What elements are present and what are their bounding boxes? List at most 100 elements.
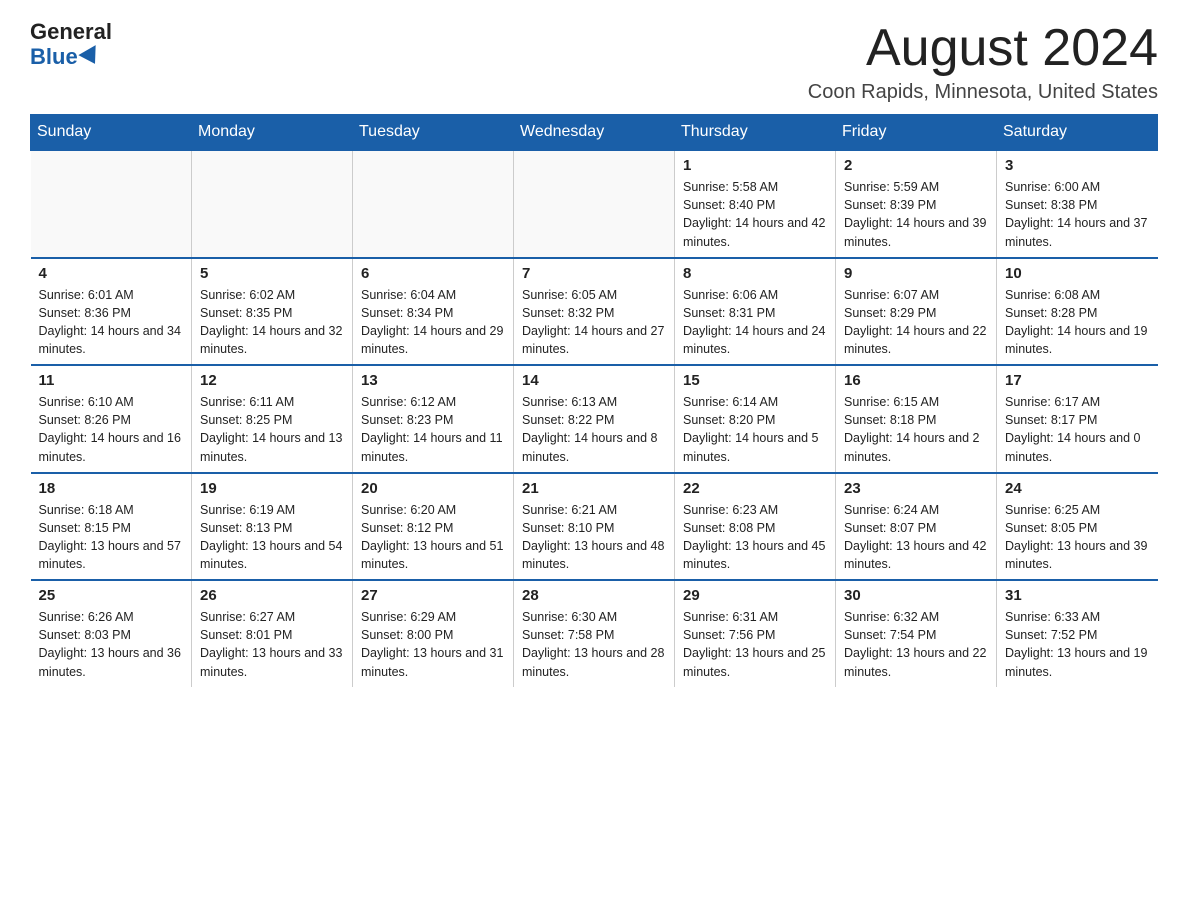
calendar-cell: 18 Sunrise: 6:18 AM Sunset: 8:15 PM Dayli… (31, 473, 192, 581)
day-number: 14 (522, 372, 666, 389)
calendar-cell: 30Sunrise: 6:32 AM Sunset: 7:54 PM Dayli… (836, 580, 997, 687)
calendar-cell: 9 Sunrise: 6:07 AM Sunset: 8:29 PM Daylig… (836, 258, 997, 366)
day-info: Sunrise: 6:30 AM Sunset: 7:58 PM Dayligh… (522, 608, 666, 681)
day-info: Sunrise: 6:06 AM Sunset: 8:31 PM Dayligh… (683, 286, 827, 359)
day-info: Sunrise: 6:26 AM Sunset: 8:03 PM Dayligh… (39, 608, 184, 681)
day-info: Sunrise: 6:23 AM Sunset: 8:08 PM Dayligh… (683, 501, 827, 574)
day-number: 15 (683, 372, 827, 389)
day-info: Sunrise: 6:02 AM Sunset: 8:35 PM Dayligh… (200, 286, 344, 359)
weekday-header-monday: Monday (192, 115, 353, 151)
logo: General Blue (30, 20, 112, 70)
calendar-cell (514, 150, 675, 258)
location-title: Coon Rapids, Minnesota, United States (808, 81, 1158, 104)
day-info: Sunrise: 6:20 AM Sunset: 8:12 PM Dayligh… (361, 501, 505, 574)
calendar-week-row: 25 Sunrise: 6:26 AM Sunset: 8:03 PM Dayli… (31, 580, 1158, 687)
calendar-cell: 20 Sunrise: 6:20 AM Sunset: 8:12 PM Dayli… (353, 473, 514, 581)
calendar-week-row: 4 Sunrise: 6:01 AM Sunset: 8:36 PM Daylig… (31, 258, 1158, 366)
day-info: Sunrise: 6:24 AM Sunset: 8:07 PM Dayligh… (844, 501, 988, 574)
calendar-cell: 22 Sunrise: 6:23 AM Sunset: 8:08 PM Dayli… (675, 473, 836, 581)
day-info: Sunrise: 5:59 AM Sunset: 8:39 PM Dayligh… (844, 178, 988, 251)
calendar-cell: 19 Sunrise: 6:19 AM Sunset: 8:13 PM Dayli… (192, 473, 353, 581)
weekday-header-sunday: Sunday (31, 115, 192, 151)
calendar-cell: 10Sunrise: 6:08 AM Sunset: 8:28 PM Dayli… (997, 258, 1158, 366)
calendar-cell: 17Sunrise: 6:17 AM Sunset: 8:17 PM Dayli… (997, 365, 1158, 473)
day-number: 29 (683, 587, 827, 604)
day-info: Sunrise: 6:04 AM Sunset: 8:34 PM Dayligh… (361, 286, 505, 359)
calendar-cell: 4 Sunrise: 6:01 AM Sunset: 8:36 PM Daylig… (31, 258, 192, 366)
day-number: 18 (39, 480, 184, 497)
calendar-week-row: 1 Sunrise: 5:58 AM Sunset: 8:40 PM Daylig… (31, 150, 1158, 258)
logo-triangle-icon (78, 45, 103, 69)
calendar-cell: 12 Sunrise: 6:11 AM Sunset: 8:25 PM Dayli… (192, 365, 353, 473)
day-number: 11 (39, 372, 184, 389)
weekday-header-saturday: Saturday (997, 115, 1158, 151)
calendar-cell: 8 Sunrise: 6:06 AM Sunset: 8:31 PM Daylig… (675, 258, 836, 366)
day-info: Sunrise: 6:07 AM Sunset: 8:29 PM Dayligh… (844, 286, 988, 359)
calendar-cell (353, 150, 514, 258)
day-number: 28 (522, 587, 666, 604)
day-number: 3 (1005, 157, 1150, 174)
day-number: 13 (361, 372, 505, 389)
day-info: Sunrise: 6:13 AM Sunset: 8:22 PM Dayligh… (522, 393, 666, 466)
day-number: 25 (39, 587, 184, 604)
day-number: 16 (844, 372, 988, 389)
day-number: 31 (1005, 587, 1150, 604)
calendar-cell: 25 Sunrise: 6:26 AM Sunset: 8:03 PM Dayli… (31, 580, 192, 687)
calendar-cell: 31 Sunrise: 6:33 AM Sunset: 7:52 PM Dayli… (997, 580, 1158, 687)
day-info: Sunrise: 6:00 AM Sunset: 8:38 PM Dayligh… (1005, 178, 1150, 251)
calendar-cell: 13 Sunrise: 6:12 AM Sunset: 8:23 PM Dayli… (353, 365, 514, 473)
day-number: 22 (683, 480, 827, 497)
calendar-cell: 27Sunrise: 6:29 AM Sunset: 8:00 PM Dayli… (353, 580, 514, 687)
calendar-cell (31, 150, 192, 258)
day-info: Sunrise: 6:27 AM Sunset: 8:01 PM Dayligh… (200, 608, 344, 681)
calendar-cell: 14 Sunrise: 6:13 AM Sunset: 8:22 PM Dayli… (514, 365, 675, 473)
calendar-cell: 5 Sunrise: 6:02 AM Sunset: 8:35 PM Daylig… (192, 258, 353, 366)
day-info: Sunrise: 6:12 AM Sunset: 8:23 PM Dayligh… (361, 393, 505, 466)
calendar-cell: 11 Sunrise: 6:10 AM Sunset: 8:26 PM Dayli… (31, 365, 192, 473)
day-number: 10 (1005, 265, 1150, 282)
calendar-cell: 3 Sunrise: 6:00 AM Sunset: 8:38 PM Daylig… (997, 150, 1158, 258)
day-number: 2 (844, 157, 988, 174)
calendar-table: SundayMondayTuesdayWednesdayThursdayFrid… (30, 114, 1158, 687)
day-info: Sunrise: 6:31 AM Sunset: 7:56 PM Dayligh… (683, 608, 827, 681)
day-info: Sunrise: 6:10 AM Sunset: 8:26 PM Dayligh… (39, 393, 184, 466)
logo-blue-text: Blue (30, 44, 101, 70)
weekday-header-wednesday: Wednesday (514, 115, 675, 151)
day-info: Sunrise: 6:19 AM Sunset: 8:13 PM Dayligh… (200, 501, 344, 574)
calendar-cell: 15 Sunrise: 6:14 AM Sunset: 8:20 PM Dayli… (675, 365, 836, 473)
day-info: Sunrise: 5:58 AM Sunset: 8:40 PM Dayligh… (683, 178, 827, 251)
day-info: Sunrise: 6:01 AM Sunset: 8:36 PM Dayligh… (39, 286, 184, 359)
day-number: 7 (522, 265, 666, 282)
day-number: 1 (683, 157, 827, 174)
day-info: Sunrise: 6:14 AM Sunset: 8:20 PM Dayligh… (683, 393, 827, 466)
day-number: 19 (200, 480, 344, 497)
day-number: 9 (844, 265, 988, 282)
day-number: 23 (844, 480, 988, 497)
calendar-cell: 7Sunrise: 6:05 AM Sunset: 8:32 PM Daylig… (514, 258, 675, 366)
calendar-cell: 26 Sunrise: 6:27 AM Sunset: 8:01 PM Dayli… (192, 580, 353, 687)
calendar-week-row: 18 Sunrise: 6:18 AM Sunset: 8:15 PM Dayli… (31, 473, 1158, 581)
day-number: 6 (361, 265, 505, 282)
day-number: 5 (200, 265, 344, 282)
logo-blue-label: Blue (30, 44, 78, 70)
day-number: 24 (1005, 480, 1150, 497)
calendar-cell: 24 Sunrise: 6:25 AM Sunset: 8:05 PM Dayli… (997, 473, 1158, 581)
day-info: Sunrise: 6:32 AM Sunset: 7:54 PM Dayligh… (844, 608, 988, 681)
calendar-cell: 2 Sunrise: 5:59 AM Sunset: 8:39 PM Daylig… (836, 150, 997, 258)
calendar-header-row: SundayMondayTuesdayWednesdayThursdayFrid… (31, 115, 1158, 151)
day-info: Sunrise: 6:15 AM Sunset: 8:18 PM Dayligh… (844, 393, 988, 466)
day-info: Sunrise: 6:11 AM Sunset: 8:25 PM Dayligh… (200, 393, 344, 466)
day-number: 4 (39, 265, 184, 282)
day-number: 20 (361, 480, 505, 497)
day-info: Sunrise: 6:25 AM Sunset: 8:05 PM Dayligh… (1005, 501, 1150, 574)
calendar-cell: 16 Sunrise: 6:15 AM Sunset: 8:18 PM Dayli… (836, 365, 997, 473)
day-info: Sunrise: 6:33 AM Sunset: 7:52 PM Dayligh… (1005, 608, 1150, 681)
calendar-cell: 29 Sunrise: 6:31 AM Sunset: 7:56 PM Dayli… (675, 580, 836, 687)
day-number: 8 (683, 265, 827, 282)
page-header: General Blue August 2024 Coon Rapids, Mi… (30, 20, 1158, 104)
calendar-cell: 28 Sunrise: 6:30 AM Sunset: 7:58 PM Dayli… (514, 580, 675, 687)
day-number: 26 (200, 587, 344, 604)
day-number: 12 (200, 372, 344, 389)
day-info: Sunrise: 6:17 AM Sunset: 8:17 PM Dayligh… (1005, 393, 1150, 466)
day-info: Sunrise: 6:18 AM Sunset: 8:15 PM Dayligh… (39, 501, 184, 574)
